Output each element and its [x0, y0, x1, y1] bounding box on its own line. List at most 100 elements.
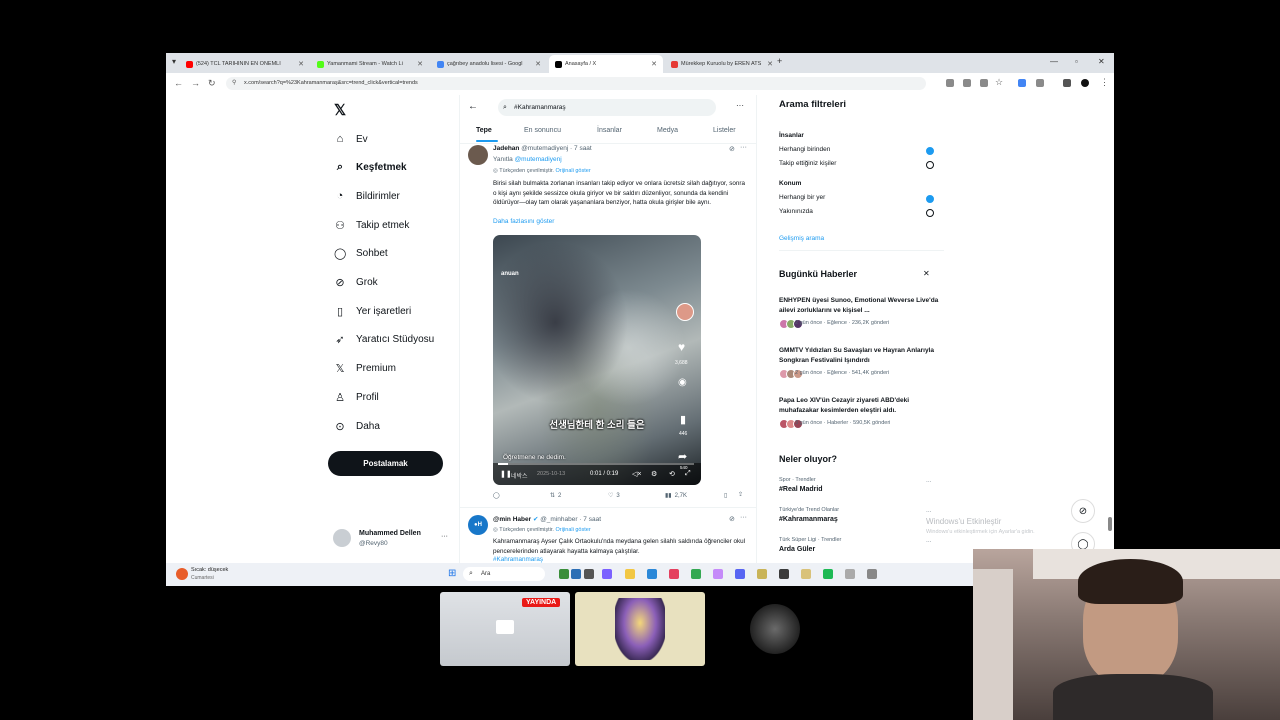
- video-comment-icon[interactable]: ◉: [678, 377, 687, 388]
- account-name[interactable]: Muhammed Dellen: [359, 530, 421, 537]
- trend-name[interactable]: #Kahramanmaraş: [779, 516, 838, 523]
- nav-item[interactable]: 𝕏 Premium: [334, 360, 396, 376]
- nav-item[interactable]: ▯ Yer işaretleri: [334, 303, 411, 319]
- taskbar-app-icon[interactable]: [669, 569, 679, 579]
- camera-off-tile[interactable]: [710, 592, 840, 666]
- news-headline[interactable]: ENHYPEN üyesi Sunoo, Emotional Weverse L…: [779, 296, 939, 315]
- tab-close-icon[interactable]: ✕: [298, 60, 304, 68]
- taskbar-app-icon[interactable]: [584, 569, 594, 579]
- weather-title[interactable]: Sıcak: düşecek: [191, 567, 228, 573]
- maximize-icon[interactable]: ▫: [1075, 57, 1078, 66]
- video-share-icon[interactable]: ➦: [678, 450, 687, 463]
- repost-action[interactable]: ⇅ 2: [550, 492, 561, 500]
- key-icon[interactable]: [980, 79, 988, 87]
- taskbar-app-icon[interactable]: [845, 569, 855, 579]
- radio-unchecked-icon[interactable]: [926, 161, 934, 169]
- radio-checked-icon[interactable]: [926, 147, 934, 155]
- reply-action[interactable]: ◯: [493, 492, 503, 499]
- tab-close-icon[interactable]: ✕: [417, 60, 423, 68]
- browser-tab[interactable]: Yamanmami Stream - Watch Li ✕: [311, 55, 429, 73]
- close-window-icon[interactable]: ✕: [1098, 57, 1105, 66]
- taskbar-app-icon[interactable]: [559, 569, 569, 579]
- trend-name[interactable]: #Real Madrid: [779, 486, 823, 493]
- show-original-link-2[interactable]: Orijinali göster: [556, 527, 591, 533]
- browser-tab[interactable]: Anasayfa / X ✕: [549, 55, 663, 73]
- search-tab[interactable]: Tepe: [476, 127, 492, 134]
- trend-more-icon[interactable]: ···: [926, 509, 932, 515]
- trend-more-icon[interactable]: ···: [926, 539, 932, 545]
- taskbar-app-icon[interactable]: [691, 569, 701, 579]
- filter-option-label[interactable]: Herhangi birinden: [779, 146, 830, 153]
- page-scrollbar[interactable]: [1108, 517, 1112, 531]
- tweet2-hashtag[interactable]: #Kahramanmaraş: [493, 556, 543, 563]
- browser-tab[interactable]: (524) TCL TARİHİNİN EN ÖNEMLİ ✕: [180, 55, 310, 73]
- nav-item[interactable]: ⊙ Daha: [334, 418, 380, 434]
- url-field[interactable]: ⚲ x.com/search?q=%23Kahramanmaraş&src=tre…: [226, 77, 926, 90]
- tweet-avatar[interactable]: [468, 145, 488, 165]
- tweet-more-icon[interactable]: ···: [740, 144, 747, 151]
- account-more-icon[interactable]: ···: [441, 533, 448, 540]
- back-icon[interactable]: ←: [174, 78, 183, 88]
- settings-icon[interactable]: ⚙: [651, 470, 657, 478]
- trend-name[interactable]: Arda Güler: [779, 546, 815, 553]
- tweet-video[interactable]: anuan ♥ 3,688 ◉ ▮ 446 ➦ 선생님한테 한 소리 들은 Öğ…: [493, 235, 701, 485]
- site-info-icon[interactable]: ⚲: [232, 77, 236, 90]
- share-action[interactable]: ⇪: [738, 491, 743, 498]
- avatar[interactable]: [333, 529, 351, 547]
- tab-close-icon[interactable]: ✕: [767, 60, 773, 68]
- reply-to-link[interactable]: @mutemadiyenj: [515, 156, 562, 163]
- news-headline[interactable]: GMMTV Yıldızları Su Savaşları ve Hayran …: [779, 346, 939, 365]
- menu-kebab-icon[interactable]: ⋮: [1100, 77, 1109, 88]
- taskbar-app-icon[interactable]: [801, 569, 811, 579]
- video-creator-avatar[interactable]: [676, 303, 694, 321]
- advanced-search-link[interactable]: Gelişmiş arama: [779, 235, 824, 242]
- taskbar-app-icon[interactable]: [867, 569, 877, 579]
- weather-icon[interactable]: [176, 568, 188, 580]
- nav-item[interactable]: ⚇ Takip etmek: [334, 217, 409, 233]
- screen-share-tile[interactable]: YAYINDA: [440, 592, 570, 666]
- forward-icon[interactable]: →: [191, 78, 200, 88]
- grok-icon-2[interactable]: ⊘: [729, 515, 735, 523]
- cast-icon[interactable]: [963, 79, 971, 87]
- news-close-icon[interactable]: ✕: [923, 269, 930, 278]
- browser-tab[interactable]: çağrıbey anadolu lisesi - Googl ✕: [431, 55, 547, 73]
- media-icon[interactable]: [1063, 79, 1071, 87]
- grok-icon[interactable]: ⊘: [729, 145, 735, 153]
- taskbar-app-icon[interactable]: [571, 569, 581, 579]
- news-headline[interactable]: Papa Leo XIV'ün Cezayir ziyareti ABD'dek…: [779, 396, 939, 415]
- tweet2-more-icon[interactable]: ···: [740, 514, 747, 521]
- tab-close-icon[interactable]: ✕: [535, 60, 541, 68]
- back-arrow-icon[interactable]: ←: [468, 101, 478, 112]
- fullscreen-icon[interactable]: ⤢: [685, 470, 691, 478]
- search-tab[interactable]: Medya: [657, 127, 678, 134]
- bookmark-action[interactable]: ▯: [724, 492, 727, 499]
- filter-option-label[interactable]: Takip ettiğiniz kişiler: [779, 160, 836, 167]
- trend-more-icon[interactable]: ···: [926, 479, 932, 485]
- profile-avatar-icon[interactable]: [1081, 79, 1089, 87]
- show-original-link[interactable]: Orijinali göster: [556, 168, 591, 174]
- taskbar-app-icon[interactable]: [779, 569, 789, 579]
- nav-item[interactable]: ♙ Profil: [334, 389, 379, 405]
- taskbar-app-icon[interactable]: [713, 569, 723, 579]
- nav-item[interactable]: ⊘ Grok: [334, 274, 377, 290]
- taskbar-search[interactable]: ⌕ Ara: [463, 567, 545, 581]
- views-action[interactable]: ▮▮ 2,7K: [665, 492, 687, 500]
- start-icon[interactable]: ⊞: [448, 568, 456, 579]
- taskbar-app-icon[interactable]: [823, 569, 833, 579]
- filter-option-label[interactable]: Herhangi bir yer: [779, 194, 825, 201]
- browser-tab[interactable]: Mürekkep Kuruolu by EREN ATS ✕: [665, 55, 779, 73]
- show-more-link[interactable]: Daha fazlasını göster: [493, 218, 554, 225]
- nav-item[interactable]: ◯ Sohbet: [334, 245, 388, 261]
- tab-search-icon[interactable]: ▾: [172, 57, 176, 66]
- radio-unchecked-icon[interactable]: [926, 209, 934, 217]
- tab-close-icon[interactable]: ✕: [651, 60, 657, 68]
- search-tab[interactable]: Listeler: [713, 127, 736, 134]
- radio-checked-icon[interactable]: [926, 195, 934, 203]
- search-tab[interactable]: En sonuncu: [524, 127, 561, 134]
- search-tab[interactable]: İnsanlar: [597, 127, 622, 134]
- video-like-icon[interactable]: ♥: [678, 340, 685, 354]
- taskbar-app-icon[interactable]: [602, 569, 612, 579]
- loop-icon[interactable]: ⟲: [669, 470, 675, 478]
- avatar-tile[interactable]: [575, 592, 705, 666]
- reload-icon[interactable]: ↻: [208, 78, 216, 89]
